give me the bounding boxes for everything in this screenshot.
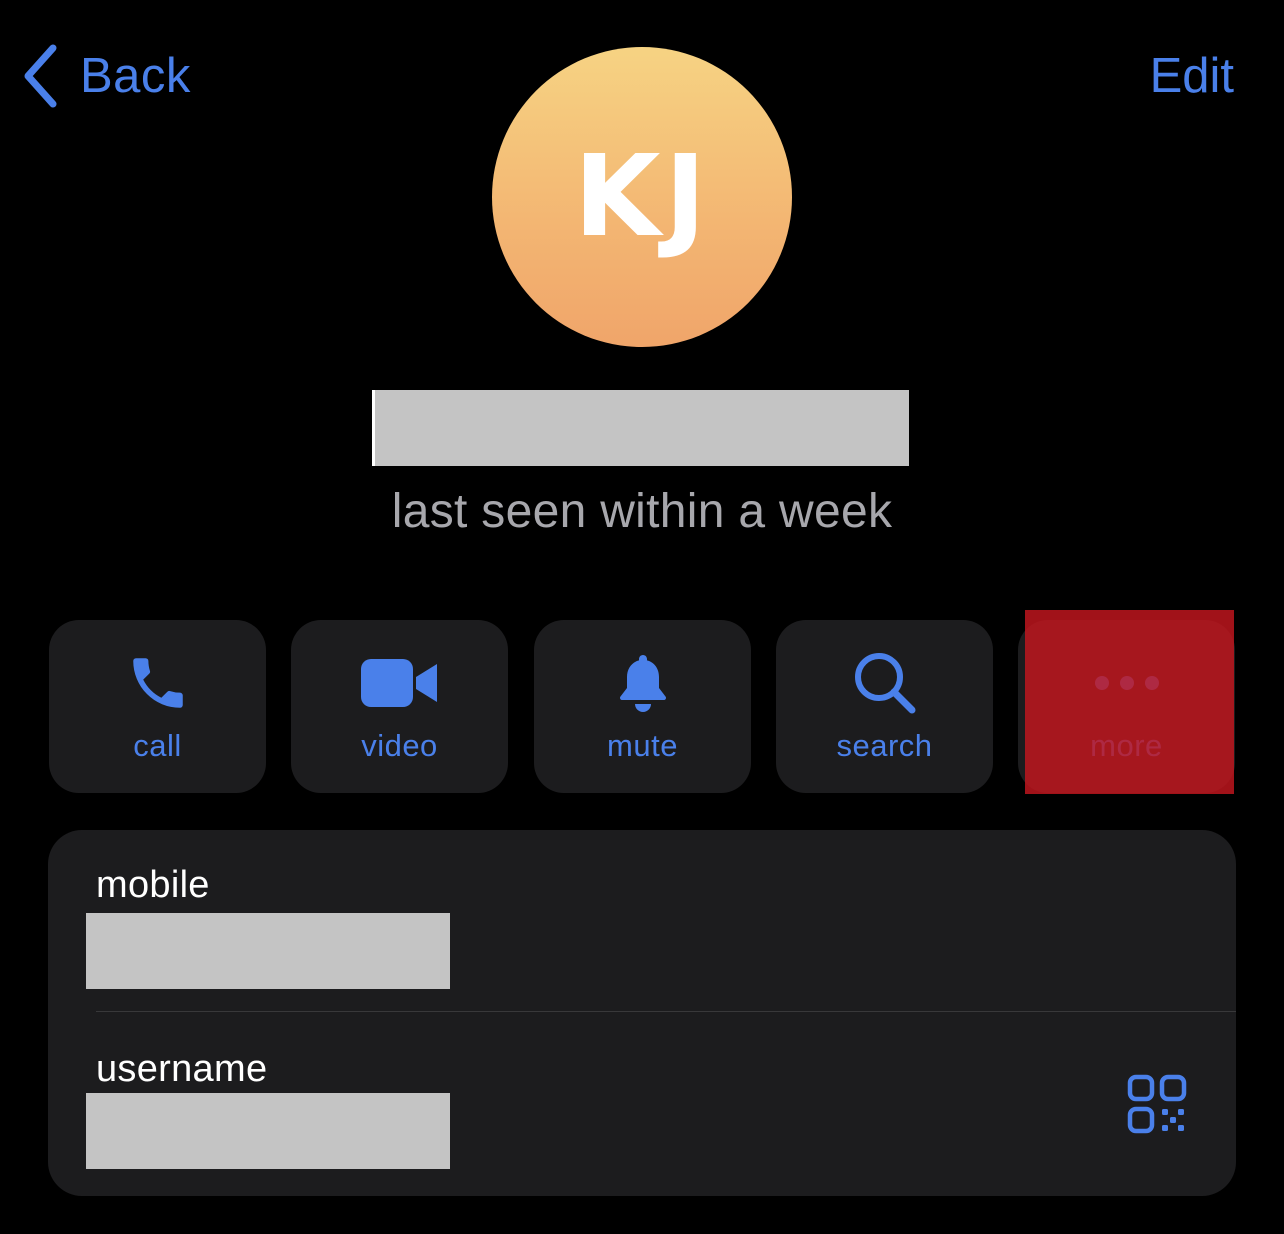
last-seen-status: last seen within a week (391, 485, 893, 538)
mute-button[interactable]: mute (534, 620, 751, 793)
video-camera-icon (360, 657, 439, 714)
avatar-initials: KJ (573, 132, 711, 262)
qr-code-icon (1126, 1074, 1190, 1141)
back-button[interactable]: Back (20, 40, 191, 112)
video-button[interactable]: video (291, 620, 508, 793)
chevron-left-icon (20, 43, 60, 109)
edit-button[interactable]: Edit (1150, 44, 1234, 108)
mobile-value-redacted[interactable] (86, 913, 450, 989)
mobile-label: mobile (96, 864, 210, 906)
call-button[interactable]: call (49, 620, 266, 793)
username-value-redacted[interactable] (86, 1093, 450, 1169)
contact-info-card: mobile username (48, 830, 1236, 1196)
bell-icon (613, 651, 673, 720)
username-label: username (96, 1048, 268, 1090)
search-button-label: search (836, 728, 933, 763)
video-button-label: video (361, 728, 438, 763)
mute-button-label: mute (607, 728, 678, 763)
avatar[interactable]: KJ (492, 47, 792, 347)
phone-icon (125, 650, 191, 721)
back-button-label: Back (80, 49, 191, 103)
more-button[interactable]: more (1018, 620, 1235, 793)
call-button-label: call (133, 728, 182, 763)
search-button[interactable]: search (776, 620, 993, 793)
more-button-label: more (1090, 728, 1163, 763)
field-divider (96, 1011, 1236, 1012)
ellipsis-icon (1092, 673, 1162, 698)
magnifier-icon (852, 650, 918, 721)
qr-code-button[interactable] (1126, 1073, 1190, 1137)
contact-name-redacted (372, 390, 909, 466)
